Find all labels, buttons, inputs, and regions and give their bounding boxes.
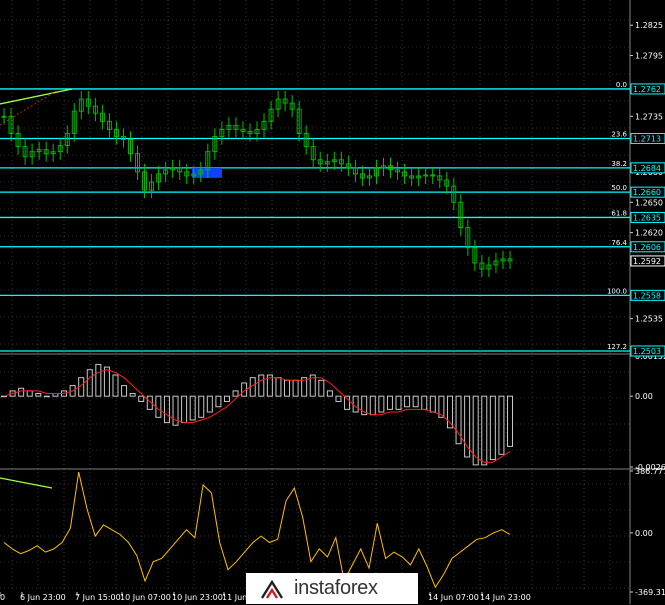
fib-level-label: 38.2 <box>611 160 627 168</box>
price-candles <box>1 90 513 278</box>
price-tick: 1.2535 <box>635 315 663 324</box>
price-tick: 1.2650 <box>635 198 663 207</box>
macd-bar <box>138 395 145 402</box>
time-tick: 10 Jun 23:00 <box>172 593 223 602</box>
macd-bar <box>258 374 265 397</box>
level-price-label: 1.2635 <box>633 213 661 222</box>
macd-bar <box>352 395 359 413</box>
fib-level-label: 0.0 <box>616 81 627 89</box>
time-tick: 14 Jun 23:00 <box>480 593 531 602</box>
fib-level-label: 127.2 <box>607 343 627 351</box>
fib-levels: 0.0 1.2762 23.6 1.2713 38.2 1.2684 50.0 1.2660 6… <box>0 81 665 357</box>
macd-bar <box>206 395 213 413</box>
macd-bar <box>112 374 119 397</box>
macd-bar <box>26 390 33 397</box>
macd-bar <box>163 395 170 424</box>
macd-bar <box>223 395 230 402</box>
osc-tick: 0.00 <box>635 529 653 538</box>
macd-bar <box>507 395 513 447</box>
time-tick: 10 Jun 07:00 <box>120 593 171 602</box>
macd-bar <box>155 395 162 418</box>
macd-signal-line <box>3 369 511 463</box>
macd-bar <box>189 395 196 421</box>
instaforex-logo-icon <box>258 578 286 600</box>
fib-level-label: 61.8 <box>611 209 627 217</box>
watermark-text: instaforex <box>294 577 378 599</box>
macd-bar <box>121 385 128 397</box>
time-tick: 0 <box>0 593 5 602</box>
time-tick: 6 Jun 23:00 <box>20 593 66 602</box>
macd-bar <box>318 379 325 397</box>
macd-bar <box>292 379 299 397</box>
macd-bar <box>481 395 488 466</box>
order-zone-rect <box>192 167 222 178</box>
current-price-label: 1.2592 <box>633 257 661 266</box>
macd-bar <box>369 395 376 416</box>
macd-bar <box>129 393 136 397</box>
fib-level-label: 76.4 <box>611 239 627 247</box>
trend-line <box>0 88 73 105</box>
macd-bar <box>43 395 50 398</box>
macd-bar <box>95 363 102 397</box>
time-tick: 11 Jun <box>222 593 247 602</box>
macd-bar <box>35 393 42 397</box>
level-price-label: 1.2558 <box>633 291 661 300</box>
time-tick: 14 Jun 07:00 <box>428 593 479 602</box>
macd-bar <box>284 379 291 397</box>
macd-bar <box>198 395 205 418</box>
oscillator-line <box>3 471 511 589</box>
macd-bar <box>232 390 239 397</box>
instaforex-watermark: instaforex <box>246 573 418 604</box>
macd-bar <box>412 395 419 408</box>
price-tick: 1.2735 <box>635 112 663 121</box>
macd-bar <box>18 387 25 397</box>
price-tick: 1.2620 <box>635 229 663 238</box>
macd-bar <box>103 366 110 397</box>
level-price-label: 1.2606 <box>633 243 661 252</box>
fib-level-label: 100.0 <box>607 287 627 295</box>
level-price-label: 1.2660 <box>633 188 661 197</box>
level-price-label: 1.2713 <box>633 135 661 144</box>
fib-level-label: 50.0 <box>611 184 627 192</box>
level-price-label: 1.2762 <box>633 85 661 94</box>
level-price-label: 1.2684 <box>633 164 661 173</box>
macd-bar <box>326 390 333 397</box>
price-tick: 1.2795 <box>635 52 663 61</box>
macd-bar <box>335 395 342 402</box>
macd-bar <box>1 395 7 398</box>
level-price-label: 1.2503 <box>633 347 661 356</box>
time-tick: 7 Jun 15:00 <box>75 593 121 602</box>
macd-bar <box>181 395 188 424</box>
osc-tick: -369.317 <box>635 588 665 597</box>
macd-tick: 0.00 <box>635 392 653 401</box>
forex-chart: 1.28251.27951.27351.26801.26501.26201.25… <box>0 0 665 604</box>
price-tick: 1.2825 <box>635 21 663 30</box>
macd-bar <box>275 377 282 397</box>
osc-trend-line <box>0 477 53 489</box>
macd-bar <box>429 395 436 413</box>
macd-bar <box>378 395 385 413</box>
fib-level-label: 23.6 <box>611 131 627 139</box>
osc-tick: 386.777 <box>635 467 665 476</box>
macd-bar <box>498 395 505 455</box>
